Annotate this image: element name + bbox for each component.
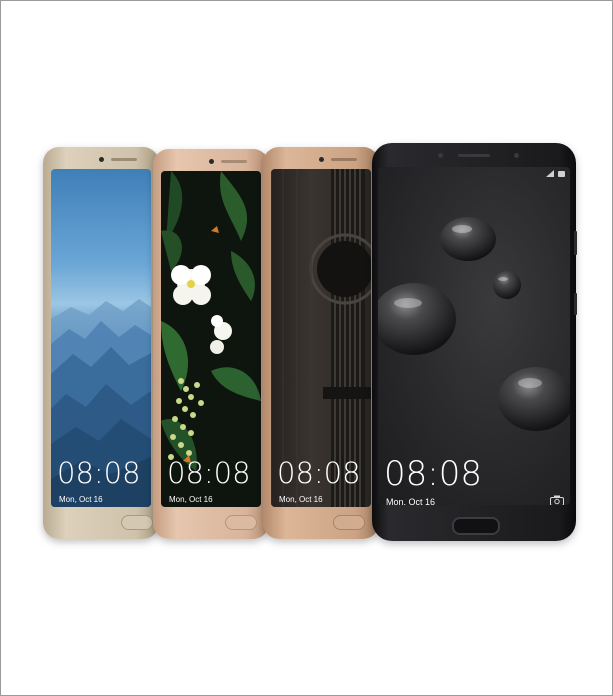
front-camera	[319, 157, 324, 162]
phone-gold: 08:08 Mon, Oct 16	[43, 147, 159, 539]
lock-date: Mon, Oct 16	[169, 495, 213, 504]
camera-shortcut-icon	[550, 495, 564, 505]
phone-screen: 08:08 Mon, Oct 16	[271, 169, 371, 507]
phone-screen: 08:08 Mon, Oct 16	[161, 171, 261, 507]
lock-date: Mon, Oct 16	[59, 495, 103, 504]
home-button	[121, 515, 153, 530]
home-button	[452, 517, 500, 535]
lock-clock: 08:08	[277, 456, 361, 490]
front-camera	[438, 153, 443, 158]
side-button	[574, 231, 577, 255]
lock-clock: 08:08	[384, 454, 482, 494]
phone-black: 08:08 Mon, Oct 16	[372, 143, 577, 541]
side-button	[574, 293, 577, 315]
earpiece	[331, 158, 357, 161]
phone-screen: 08:08 Mon, Oct 16	[51, 169, 151, 507]
front-camera	[99, 157, 104, 162]
home-button	[333, 515, 365, 530]
lock-clock: 08:08	[57, 456, 141, 490]
earpiece	[221, 160, 247, 163]
image-frame: 08:08 Mon, Oct 16 08:08 Mon, Oct 16 08:0…	[0, 0, 613, 696]
phone-pink-gold: 08:08 Mon, Oct 16	[153, 149, 269, 539]
phone-screen: 08:08 Mon, Oct 16	[378, 167, 570, 505]
earpiece	[111, 158, 137, 161]
home-button	[225, 515, 257, 530]
lock-clock: 08:08	[167, 456, 251, 490]
phone-mocha-brown: 08:08 Mon, Oct 16	[263, 147, 379, 539]
sensor	[514, 153, 519, 158]
lock-date: Mon, Oct 16	[279, 495, 323, 504]
front-camera	[209, 159, 214, 164]
lock-date: Mon, Oct 16	[386, 497, 436, 505]
earpiece	[458, 154, 490, 157]
